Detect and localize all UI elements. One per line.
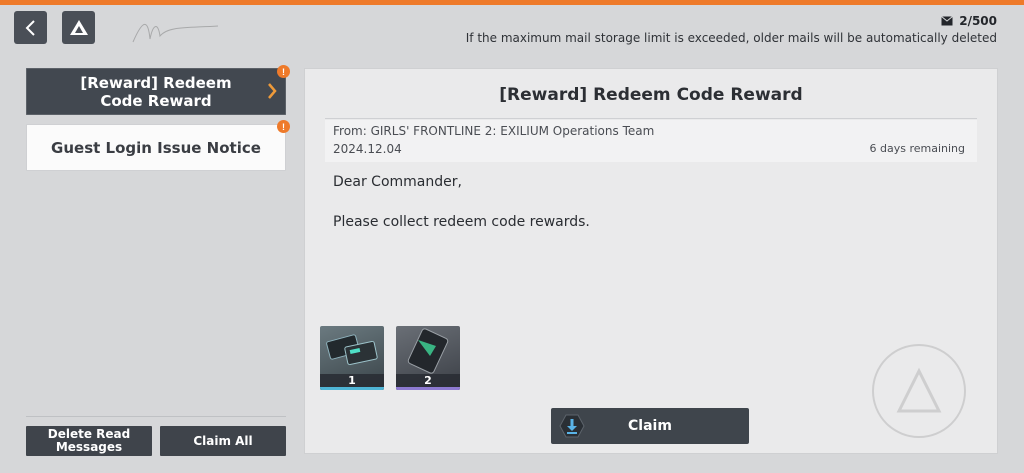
download-hex-icon: [559, 414, 585, 438]
mail-item-title: Guest Login Issue Notice: [51, 138, 261, 157]
mail-detail-panel: [Reward] Redeem Code Reward From: GIRLS'…: [304, 68, 998, 454]
mail-title: [Reward] Redeem Code Reward: [499, 85, 803, 105]
mail-item-title: [Reward] Redeem Code Reward: [80, 73, 232, 110]
reward-quantity: 2: [396, 374, 460, 390]
mail-sender: From: GIRLS' FRONTLINE 2: EXILIUM Operat…: [333, 124, 655, 138]
unread-alert-badge: !: [277, 65, 290, 78]
claim-label: Claim: [628, 418, 672, 434]
claim-all-button[interactable]: Claim All: [160, 426, 286, 456]
mail-item-redeem-code[interactable]: [Reward] Redeem Code Reward: [26, 68, 286, 115]
mail-icon: [941, 16, 954, 26]
list-divider: [26, 416, 286, 417]
claim-button[interactable]: Claim: [551, 408, 749, 444]
stamp-watermark: [872, 344, 966, 438]
mail-date: 2024.12.04: [333, 142, 402, 156]
data-chip-icon: [326, 334, 378, 366]
home-button[interactable]: [62, 11, 95, 44]
reward-quantity: 1: [320, 374, 384, 390]
footer-strip: [0, 464, 1024, 473]
time-remaining: 6 days remaining: [869, 142, 966, 155]
mail-body: Please collect redeem code rewards.: [333, 214, 590, 230]
signature-watermark: [132, 23, 219, 43]
reward-item[interactable]: 2: [396, 326, 460, 390]
title-divider: [325, 118, 977, 119]
triangle-logo-icon: [69, 19, 88, 35]
chevron-right-icon: [268, 83, 277, 99]
top-accent-stripe: [0, 0, 1024, 5]
storage-limit-note: If the maximum mail storage limit is exc…: [465, 31, 997, 45]
mail-meta: From: GIRLS' FRONTLINE 2: EXILIUM Operat…: [325, 120, 977, 162]
mail-count-value: 2/500: [959, 14, 997, 28]
mail-count: 2/500: [941, 14, 997, 28]
delete-read-messages-button[interactable]: Delete Read Messages: [26, 426, 152, 456]
mail-item-guest-login-notice[interactable]: Guest Login Issue Notice: [26, 124, 286, 171]
unread-alert-badge: !: [277, 120, 290, 133]
back-button[interactable]: [14, 11, 47, 44]
mail-greeting: Dear Commander,: [333, 174, 462, 190]
chevron-left-icon: [25, 19, 35, 36]
reward-item[interactable]: 1: [320, 326, 384, 390]
key-card-icon: [407, 328, 449, 374]
